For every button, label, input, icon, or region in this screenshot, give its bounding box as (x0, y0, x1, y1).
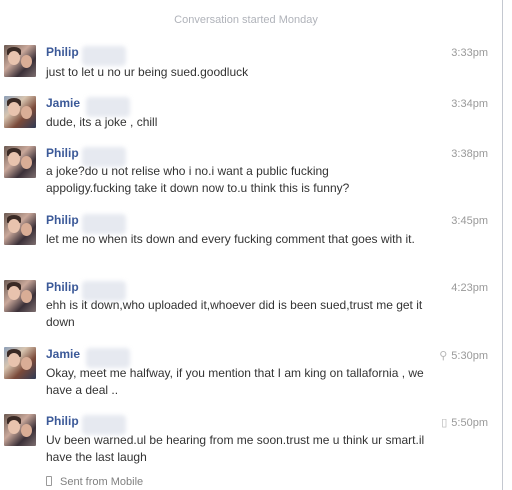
message-text: Uv been warned.ul be hearing from me soo… (46, 433, 425, 464)
message-timestamp: 3:34pm (451, 98, 488, 110)
message-timestamp: 3:38pm (451, 148, 488, 160)
avatar[interactable] (4, 414, 36, 446)
message-timestamp: 4:23pm (451, 282, 488, 294)
sender-name[interactable]: Philip (46, 146, 79, 160)
message-timestamp: ⚲ 5:30pm (439, 350, 488, 362)
avatar[interactable] (4, 146, 36, 178)
message-text: just to let u no ur being sued.goodluck (46, 65, 249, 79)
avatar[interactable] (4, 96, 36, 128)
mobile-phone-icon: ▯ (441, 417, 448, 429)
sender-name[interactable]: Philip (46, 45, 79, 59)
avatar[interactable] (4, 45, 36, 77)
message-text: ehh is it down,who uploaded it,whoever d… (46, 298, 423, 329)
sender-name[interactable]: Philip (46, 213, 79, 227)
redacted-surname (82, 46, 126, 66)
mobile-phone-icon (46, 476, 52, 486)
message-timestamp: ▯ 5:50pm (441, 417, 488, 429)
sent-from-label: Sent from Mobile (60, 476, 144, 488)
message-timestamp: 3:33pm (451, 47, 488, 59)
message-text: dude, its a joke , chill (46, 115, 158, 129)
window-divider (502, 0, 512, 490)
sender-name[interactable]: Philip (46, 414, 79, 428)
sender-name[interactable]: Jamie (46, 347, 80, 361)
message-text: a joke?do u not relise who i no.i want a… (46, 164, 350, 195)
avatar[interactable] (4, 280, 36, 312)
avatar[interactable] (4, 213, 36, 245)
message-text: let me no when its down and every fuckin… (46, 232, 415, 246)
sender-name[interactable]: Jamie (46, 96, 80, 110)
avatar[interactable] (4, 347, 36, 379)
message-text: Okay, meet me halfway, if you mention th… (46, 366, 424, 397)
location-pin-icon: ⚲ (439, 350, 448, 362)
conversation-start-label: Conversation started Monday (174, 14, 318, 26)
sender-name[interactable]: Philip (46, 280, 79, 294)
sent-from-mobile: Sent from Mobile (46, 476, 143, 488)
message-thread: Conversation started Monday Philip 3:33p… (0, 0, 502, 490)
message-timestamp: 3:45pm (451, 215, 488, 227)
